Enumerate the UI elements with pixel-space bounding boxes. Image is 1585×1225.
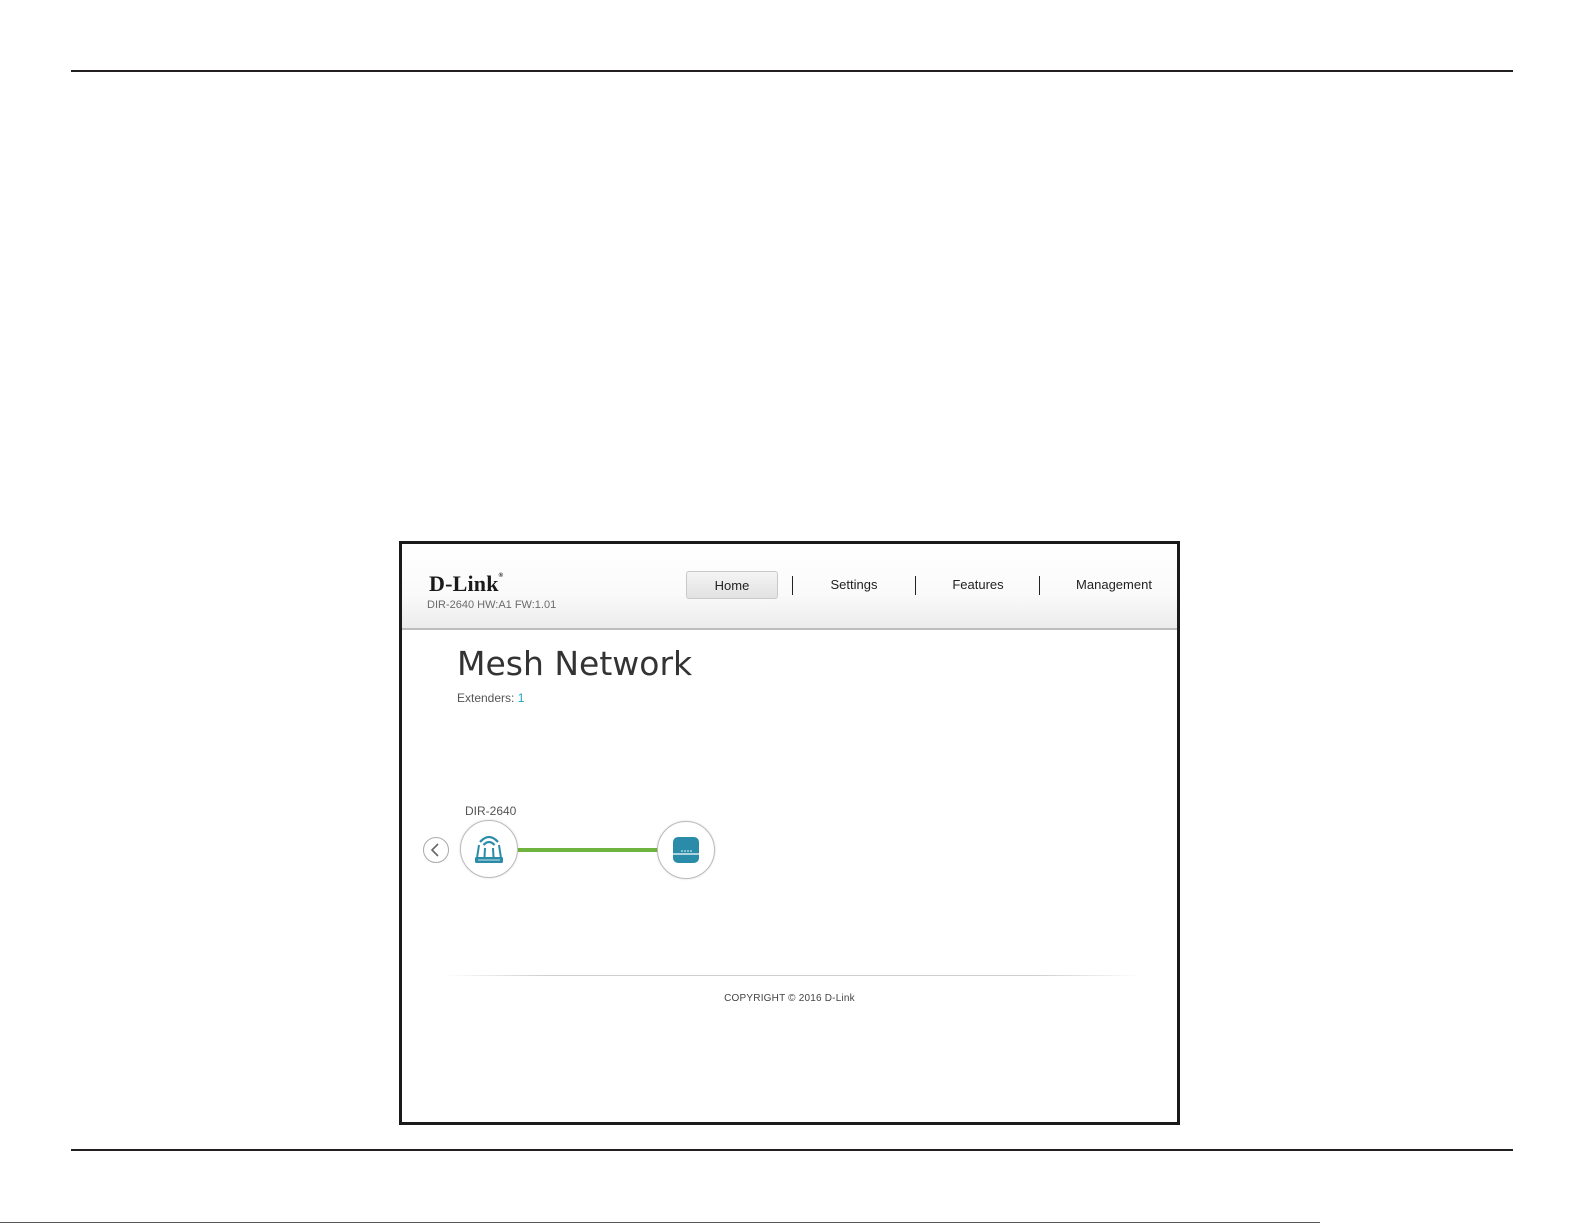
page-foot-rule [0, 1222, 1320, 1223]
device-label: DIR-2640 [465, 804, 517, 818]
extenders-count[interactable]: 1 [518, 691, 525, 705]
dlink-logo: D-Link® [429, 571, 504, 596]
bottom-rule [71, 1149, 1513, 1151]
nav-home[interactable]: Home [686, 571, 778, 599]
mesh-link [518, 848, 658, 852]
extenders-label: Extenders: [457, 691, 515, 705]
extender-icon [673, 837, 699, 863]
nav-separator [915, 576, 916, 595]
copyright: COPYRIGHT © 2016 D-Link [724, 993, 855, 1004]
nav-features[interactable]: Features [936, 571, 1020, 599]
router-icon [475, 835, 503, 863]
nav-management[interactable]: Management [1052, 571, 1176, 599]
nav-settings[interactable]: Settings [813, 571, 895, 599]
footer-divider [442, 975, 1142, 976]
header: D-Link® DIR-2640 HW:A1 FW:1.01 Home Sett… [402, 544, 1177, 630]
model-info: DIR-2640 HW:A1 FW:1.01 [427, 599, 557, 611]
screenshot-frame: D-Link® DIR-2640 HW:A1 FW:1.01 Home Sett… [399, 541, 1180, 1125]
router-node[interactable] [460, 820, 518, 878]
extenders-info: Extenders: 1 [457, 691, 524, 705]
chevron-left-icon [430, 843, 439, 857]
back-button[interactable] [423, 837, 449, 863]
top-rule [71, 70, 1513, 72]
page-title: Mesh Network [457, 644, 693, 683]
extender-node[interactable] [657, 821, 715, 879]
nav-separator [792, 576, 793, 595]
nav-separator [1039, 576, 1040, 595]
